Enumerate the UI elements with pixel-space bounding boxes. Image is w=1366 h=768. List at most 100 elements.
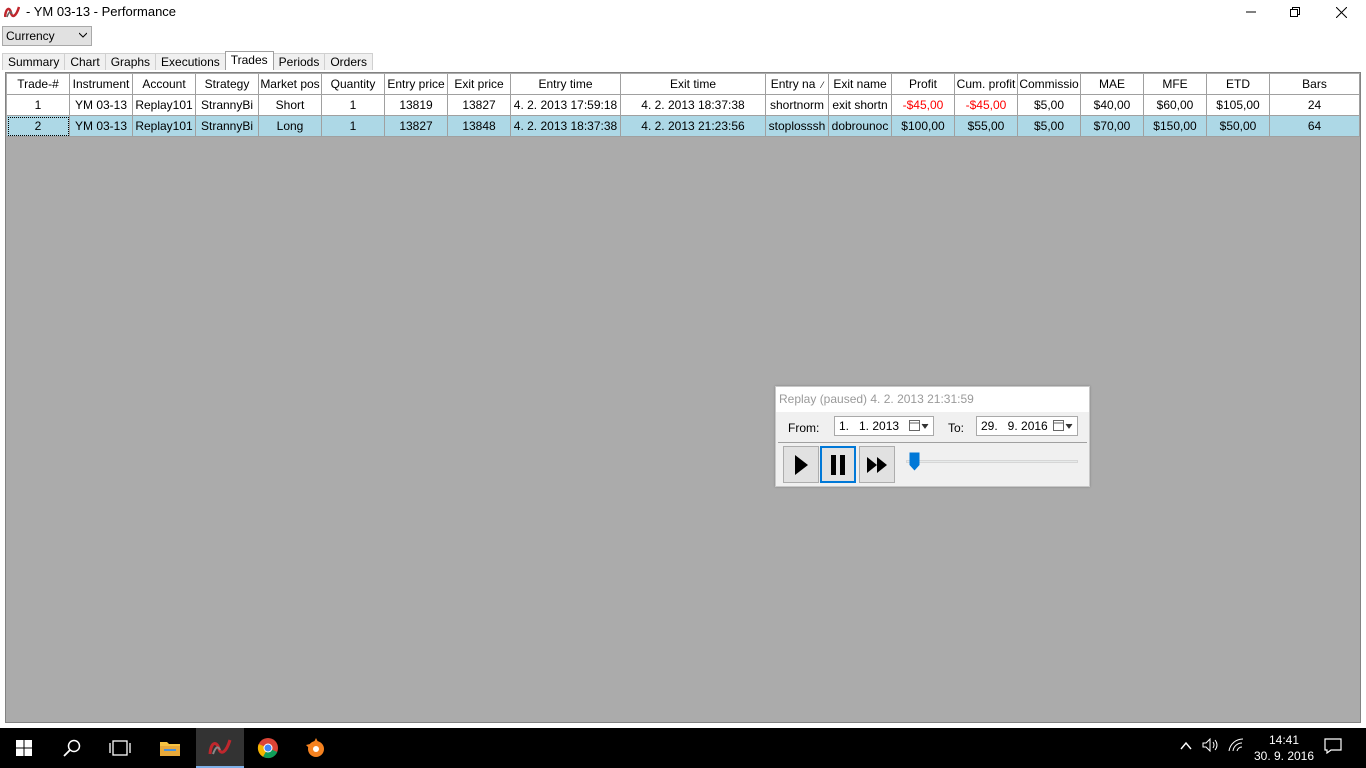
cell-profit: -$45,00 <box>892 95 955 116</box>
tray-chevron-up-icon[interactable] <box>1180 738 1192 754</box>
title-bar: - YM 03-13 - Performance <box>0 0 1366 24</box>
from-date-picker[interactable]: 1. 1. 2013 <box>834 416 934 436</box>
play-button[interactable] <box>783 446 819 483</box>
col-market-pos[interactable]: Market pos <box>259 74 322 95</box>
wifi-icon[interactable] <box>1228 738 1244 755</box>
cell-bars: 24 <box>1270 95 1360 116</box>
cell-mfe: $150,00 <box>1144 116 1207 137</box>
replay-divider <box>778 442 1087 443</box>
clock-date: 30. 9. 2016 <box>1253 749 1315 763</box>
col-trade-number[interactable]: Trade-# <box>7 74 70 95</box>
to-date-picker[interactable]: 29. 9. 2016 <box>976 416 1078 436</box>
col-cum-profit[interactable]: Cum. profit <box>955 74 1018 95</box>
col-entry-time[interactable]: Entry time <box>511 74 621 95</box>
tab-orders[interactable]: Orders <box>324 53 374 70</box>
cell-mfe: $60,00 <box>1144 95 1207 116</box>
cell-profit: $100,00 <box>892 116 955 137</box>
close-button[interactable] <box>1318 0 1364 24</box>
tab-strip: Summary Chart Graphs Executions Trades P… <box>2 51 374 71</box>
col-commission[interactable]: Commissio <box>1018 74 1081 95</box>
taskbar: 14:41 30. 9. 2016 <box>0 728 1366 768</box>
calendar-dropdown-icon <box>1053 420 1073 431</box>
tab-chart[interactable]: Chart <box>64 53 106 70</box>
cell-entry-price: 13819 <box>385 95 448 116</box>
cell-account: Replay101 <box>133 95 196 116</box>
start-button[interactable] <box>0 728 48 768</box>
fast-forward-icon <box>867 456 887 473</box>
cell-instrument: YM 03-13 <box>70 95 133 116</box>
minimize-button[interactable] <box>1228 0 1274 24</box>
col-mfe[interactable]: MFE <box>1144 74 1207 95</box>
taskbar-clock[interactable]: 14:41 30. 9. 2016 <box>1252 732 1316 764</box>
task-view-button[interactable] <box>96 728 144 768</box>
col-entry-name[interactable]: Entry na ⁄ <box>766 74 829 95</box>
cell-strategy: StrannyBi <box>196 95 259 116</box>
volume-icon[interactable] <box>1202 737 1220 755</box>
col-entry-name-label: Entry na <box>770 77 816 91</box>
close-icon <box>1335 6 1347 18</box>
cell-market-pos: Short <box>259 95 322 116</box>
col-exit-time[interactable]: Exit time <box>621 74 766 95</box>
search-button[interactable] <box>48 728 96 768</box>
col-bars[interactable]: Bars <box>1270 74 1360 95</box>
chrome-button[interactable] <box>244 728 292 768</box>
col-quantity[interactable]: Quantity <box>322 74 385 95</box>
table-row[interactable]: 1 YM 03-13 Replay101 StrannyBi Short 1 1… <box>7 95 1360 116</box>
restore-icon <box>1290 7 1300 17</box>
table-row-selected[interactable]: 2 YM 03-13 Replay101 StrannyBi Long 1 13… <box>7 116 1360 137</box>
col-instrument[interactable]: Instrument <box>70 74 133 95</box>
window-title: - YM 03-13 - Performance <box>26 4 177 19</box>
tab-trades[interactable]: Trades <box>224 51 274 70</box>
cell-exit-time: 4. 2. 2013 18:37:38 <box>621 95 766 116</box>
pause-icon <box>831 454 845 475</box>
pause-button[interactable] <box>820 446 856 483</box>
currency-dropdown[interactable]: Currency <box>2 26 92 46</box>
file-explorer-button[interactable] <box>146 728 194 768</box>
col-profit[interactable]: Profit <box>892 74 955 95</box>
col-exit-name[interactable]: Exit name <box>829 74 892 95</box>
tab-summary[interactable]: Summary <box>2 53 66 70</box>
task-view-icon <box>109 740 131 756</box>
cell-exit-price: 13848 <box>448 116 511 137</box>
col-strategy[interactable]: Strategy <box>196 74 259 95</box>
col-mae[interactable]: MAE <box>1081 74 1144 95</box>
tab-graphs[interactable]: Graphs <box>104 53 157 70</box>
from-label: From: <box>788 421 820 435</box>
cell-mae: $40,00 <box>1081 95 1144 116</box>
cell-exit-time: 4. 2. 2013 21:23:56 <box>621 116 766 137</box>
replay-slider-thumb[interactable] <box>909 452 920 471</box>
avast-button[interactable] <box>292 728 340 768</box>
replay-speed-slider-track[interactable] <box>906 460 1078 463</box>
replay-panel: Replay (paused) 4. 2. 2013 21:31:59 From… <box>775 386 1090 487</box>
cell-entry-name: stoplosssh <box>766 116 829 137</box>
cell-entry-price: 13827 <box>385 116 448 137</box>
to-date-value: 29. 9. 2016 <box>981 419 1048 433</box>
cell-quantity: 1 <box>322 116 385 137</box>
tab-executions[interactable]: Executions <box>155 53 226 70</box>
fast-forward-button[interactable] <box>859 446 895 483</box>
header-row: Trade-# Instrument Account Strategy Mark… <box>7 74 1360 95</box>
col-entry-price[interactable]: Entry price <box>385 74 448 95</box>
cell-commission: $5,00 <box>1018 95 1081 116</box>
ninjatrader-logo-icon <box>4 6 20 18</box>
col-account[interactable]: Account <box>133 74 196 95</box>
sort-indicator-icon: ⁄ <box>821 80 824 90</box>
minimize-icon <box>1246 11 1256 13</box>
cell-exit-price: 13827 <box>448 95 511 116</box>
restore-button[interactable] <box>1272 0 1318 24</box>
cell-entry-name: shortnorm <box>766 95 829 116</box>
search-icon <box>63 739 81 757</box>
cell-entry-time: 4. 2. 2013 17:59:18 <box>511 95 621 116</box>
calendar-dropdown-icon <box>909 420 929 431</box>
action-center-icon[interactable] <box>1324 738 1342 757</box>
cell-market-pos: Long <box>259 116 322 137</box>
file-explorer-icon <box>160 742 180 756</box>
cell-mae: $70,00 <box>1081 116 1144 137</box>
col-exit-price[interactable]: Exit price <box>448 74 511 95</box>
cell-cum-profit: -$45,00 <box>955 95 1018 116</box>
ninjatrader-taskbar-button[interactable] <box>196 728 244 768</box>
col-etd[interactable]: ETD <box>1207 74 1270 95</box>
tab-periods[interactable]: Periods <box>272 53 326 70</box>
cell-etd: $105,00 <box>1207 95 1270 116</box>
avast-icon <box>306 738 324 757</box>
